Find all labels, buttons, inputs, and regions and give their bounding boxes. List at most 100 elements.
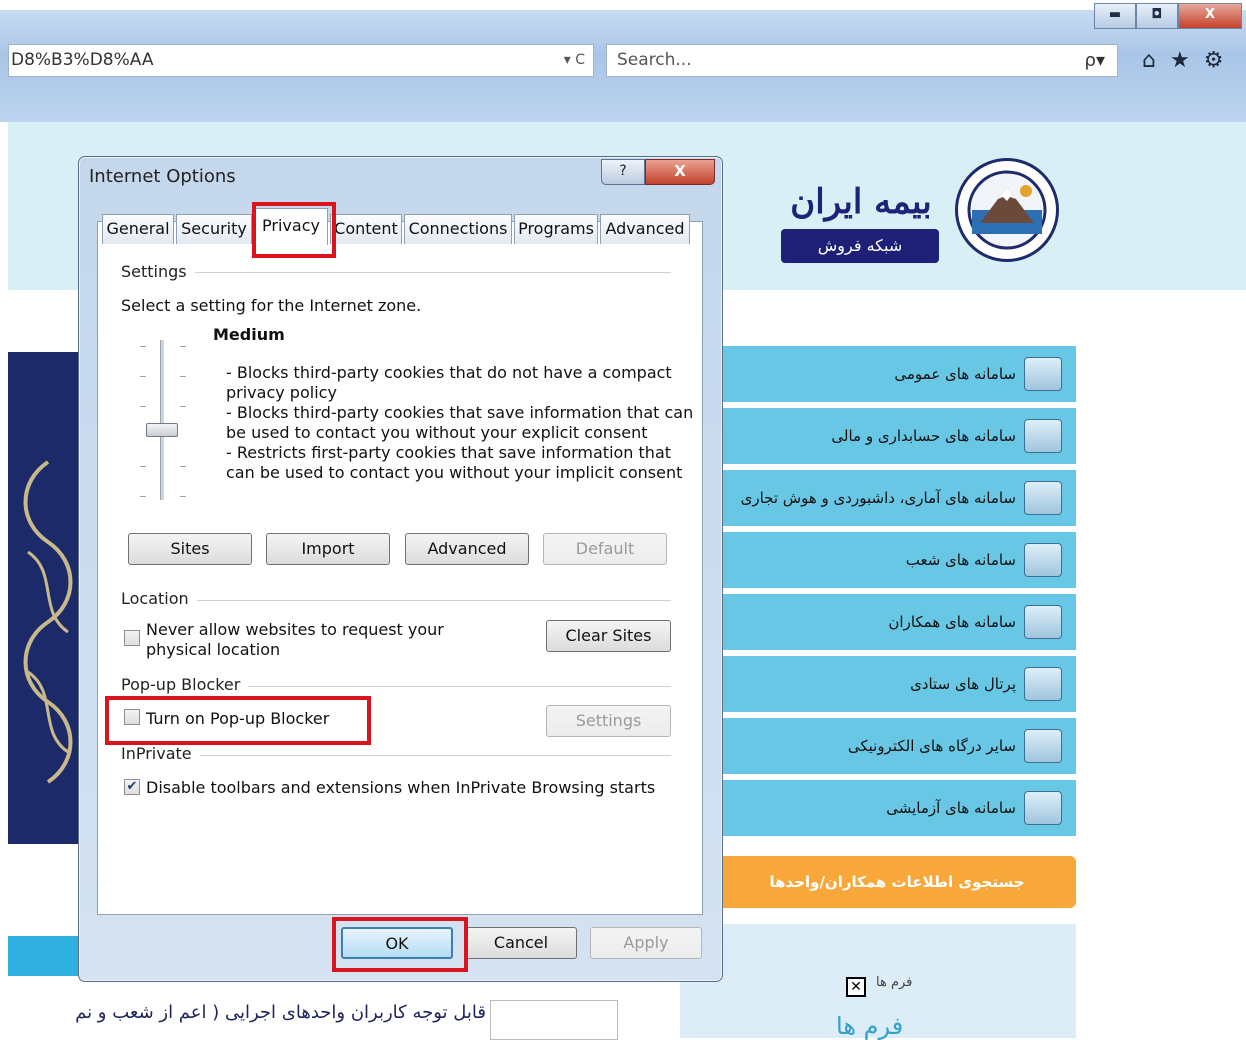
inprivate-group-label: InPrivate <box>121 744 200 763</box>
tab-security[interactable]: Security <box>176 214 252 244</box>
gauge-icon <box>1024 481 1062 515</box>
search-icon[interactable]: ρ▾ <box>1085 45 1105 76</box>
privacy-tab-highlight <box>252 202 336 258</box>
apply-button[interactable]: Apply <box>590 927 702 959</box>
site-menu-label: سامانه های آماری، داشبوردی و هوش تجاری <box>740 489 1016 507</box>
close-window-button[interactable]: X <box>1178 3 1242 29</box>
slider-tick <box>180 376 186 377</box>
notice-thumbnail <box>490 1000 618 1040</box>
site-menu-label: سامانه های شعب <box>905 551 1016 569</box>
forms-small-label[interactable]: فرم ها <box>876 975 912 990</box>
privacy-slider-thumb[interactable] <box>146 422 178 437</box>
site-menu-item[interactable]: سامانه های آزمایشی <box>712 780 1076 836</box>
settings-group-line <box>190 272 671 273</box>
site-menu-item[interactable]: سایر درگاه های الکترونیکی <box>712 718 1076 774</box>
level-line: privacy policy <box>226 383 337 402</box>
refresh-icon[interactable]: ▾ C <box>564 45 585 76</box>
cancel-button[interactable]: Cancel <box>465 927 577 959</box>
forms-close-icon[interactable]: ✕ <box>846 977 866 997</box>
site-menu-label: سامانه های حسابداری و مالی <box>831 427 1016 445</box>
tab-advanced[interactable]: Advanced <box>600 214 690 244</box>
tab-programs[interactable]: Programs <box>514 214 598 244</box>
site-menu-item[interactable]: پرتال های ستادی <box>712 656 1076 712</box>
help-button[interactable]: ? <box>601 159 645 185</box>
inprivate-checkbox[interactable]: ✔ <box>124 779 140 795</box>
site-menu-item[interactable]: سامانه های حسابداری و مالی <box>712 408 1076 464</box>
external-link-icon <box>1024 667 1062 701</box>
import-button[interactable]: Import <box>266 533 390 565</box>
privacy-slider-track[interactable] <box>160 340 164 500</box>
site-menu-label: سایر درگاه های الکترونیکی <box>847 737 1016 755</box>
mountain-icon <box>1024 357 1062 391</box>
buildings-icon <box>1024 543 1062 577</box>
minimize-button[interactable]: ▬ <box>1094 3 1136 29</box>
default-button[interactable]: Default <box>543 533 667 565</box>
level-line: be used to contact you without your expl… <box>226 423 648 442</box>
advanced-button[interactable]: Advanced <box>405 533 529 565</box>
level-line: - Blocks third-party cookies that do not… <box>226 363 672 382</box>
inprivate-group-line <box>196 755 671 756</box>
maximize-button[interactable]: ◘ <box>1136 3 1178 29</box>
colleague-search-button[interactable]: جستجوی اطلاعات همکاران/واحدها <box>718 856 1076 908</box>
level-line: - Blocks third-party cookies that save i… <box>226 403 694 422</box>
level-name: Medium <box>213 325 285 344</box>
level-line: can be used to contact you without your … <box>226 463 683 482</box>
chrome-top-strip <box>0 0 1246 10</box>
site-menu-item[interactable]: سامانه های شعب <box>712 532 1076 588</box>
site-menu-label: سامانه های آزمایشی <box>886 799 1016 817</box>
search-placeholder: Search... <box>617 50 692 70</box>
home-icon[interactable]: ⌂ <box>1142 44 1156 77</box>
site-logo-text: بیمه ایران <box>790 182 932 222</box>
tab-general[interactable]: General <box>102 214 174 244</box>
address-text: D8%B3%D8%AA <box>11 50 154 70</box>
star-icon[interactable]: ★ <box>1170 44 1190 77</box>
browser-nav-icons: ⌂ ★ ⚙ <box>1142 44 1223 77</box>
slider-tick <box>180 496 186 497</box>
zone-text: Select a setting for the Internet zone. <box>121 296 422 315</box>
calculator-icon <box>1024 419 1062 453</box>
gear-icon[interactable]: ⚙ <box>1204 44 1224 77</box>
slider-tick <box>180 346 186 347</box>
location-checkbox[interactable] <box>124 630 140 646</box>
slider-tick <box>140 346 146 347</box>
popup-settings-button[interactable]: Settings <box>546 705 671 737</box>
external-link-icon <box>1024 729 1062 763</box>
tab-connections[interactable]: Connections <box>404 214 512 244</box>
location-checkbox-label: physical location <box>146 640 281 659</box>
slider-tick <box>180 466 186 467</box>
popup-group-label: Pop-up Blocker <box>121 675 249 694</box>
forms-heading: فرم ها <box>836 1012 904 1040</box>
site-menu-item[interactable]: سامانه های همکاران <box>712 594 1076 650</box>
slider-tick <box>140 496 146 497</box>
site-menu-label: پرتال های ستادی <box>910 675 1016 693</box>
popup-blocker-highlight <box>105 696 371 745</box>
site-menu-label: سامانه های عمومی <box>894 365 1016 383</box>
inprivate-checkbox-label: Disable toolbars and extensions when InP… <box>146 778 656 797</box>
location-checkbox-label: Never allow websites to request your <box>146 620 444 639</box>
location-group-label: Location <box>121 589 197 608</box>
dialog-close-button[interactable]: X <box>645 159 715 185</box>
bottom-left-strip <box>8 936 78 976</box>
site-logo-badge: شبکه فروش <box>781 229 939 263</box>
privacy-tab-panel <box>97 221 703 915</box>
popup-group-line <box>240 686 671 687</box>
location-group-line <box>194 600 671 601</box>
company-emblem <box>955 158 1059 262</box>
site-menu-label: سامانه های همکاران <box>888 613 1016 631</box>
sites-button[interactable]: Sites <box>128 533 252 565</box>
window-controls: ▬ ◘ X <box>1094 3 1244 29</box>
search-input[interactable]: Search... ρ▾ <box>606 44 1118 77</box>
slider-tick <box>140 376 146 377</box>
slider-tick <box>180 406 186 407</box>
site-menu-item[interactable]: سامانه های عمومی <box>712 346 1076 402</box>
notice-text[interactable]: قابل توجه کاربران واحدهای اجرایی ( اعم ا… <box>8 1002 486 1023</box>
decorative-art-panel <box>8 352 84 844</box>
address-bar[interactable]: D8%B3%D8%AA ▾ C <box>8 44 594 77</box>
slider-tick <box>140 466 146 467</box>
tab-content[interactable]: Content <box>330 214 402 244</box>
waveform-icon <box>1024 791 1062 825</box>
slider-tick <box>140 406 146 407</box>
site-menu-item[interactable]: سامانه های آماری، داشبوردی و هوش تجاری <box>712 470 1076 526</box>
clear-sites-button[interactable]: Clear Sites <box>546 620 671 652</box>
ok-button-highlight <box>332 917 468 972</box>
